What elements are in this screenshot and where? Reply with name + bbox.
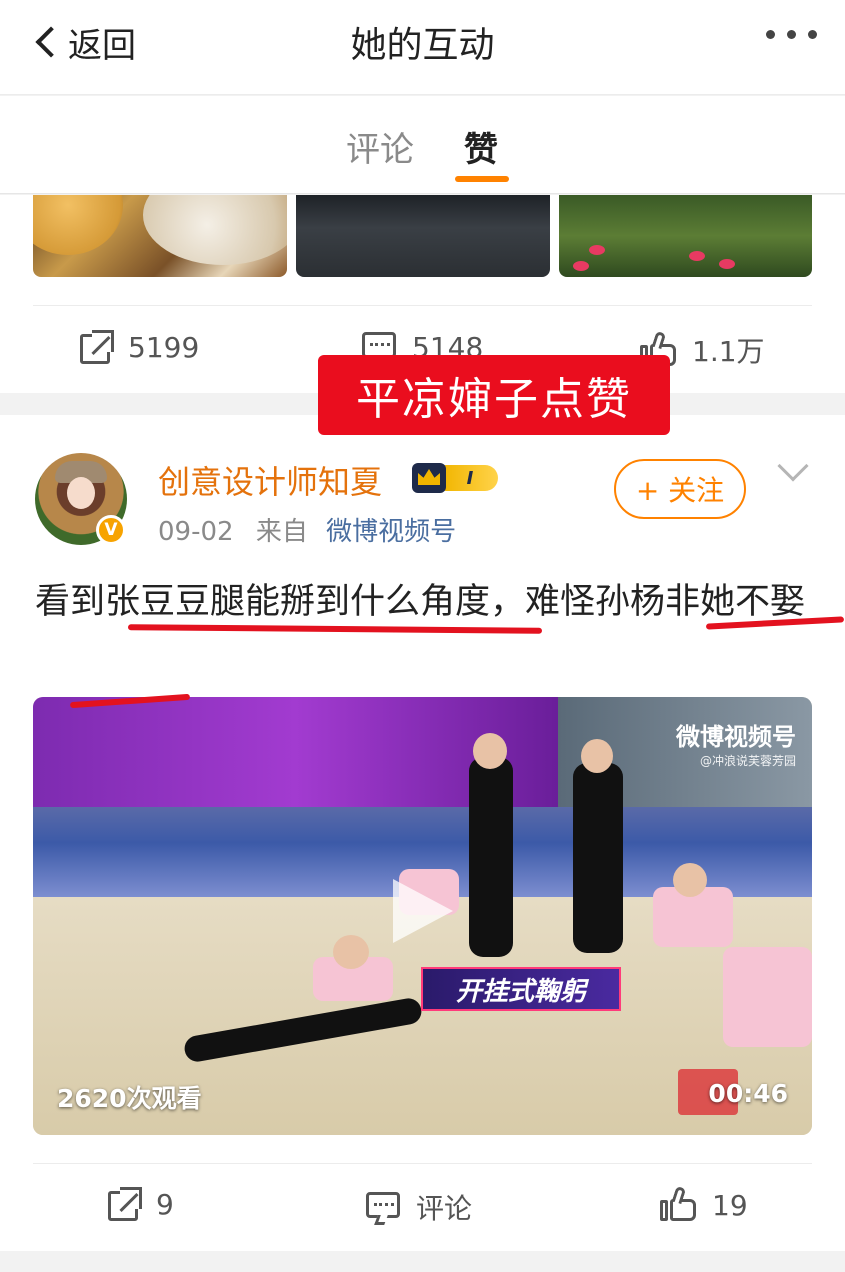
video-caption-banner: 开挂式鞠躬 (421, 967, 621, 1011)
comment-icon (366, 1190, 402, 1225)
video-watermark: 微博视频号 @冲浪说芙蓉芳园 (676, 717, 796, 769)
tab-comments[interactable]: 评论 (346, 122, 414, 171)
post-meta: 09-02 来自 微博视频号 (158, 511, 456, 548)
flower-graphic (589, 245, 605, 255)
divider (33, 305, 812, 306)
thumbs-up-icon (660, 1185, 698, 1223)
share-icon (80, 330, 114, 364)
video-figure (333, 935, 369, 969)
follow-button[interactable]: + 关注 (614, 459, 746, 519)
video-figure (581, 739, 613, 773)
food-bowl-graphic (33, 195, 123, 255)
post-text: 看到张豆豆腿能掰到什么角度，难怪孙杨非她不娶 (35, 582, 806, 622)
page-title: 她的互动 (350, 25, 495, 66)
feed-card: V 创意设计师知夏 I 09-02 来自 微博视频号 + 关注 看到张豆豆腿能掰… (0, 415, 845, 1251)
like-count: 1.1万 (692, 335, 765, 368)
comment-label: 评论 (416, 1192, 473, 1225)
source-link[interactable]: 微博视频号 (326, 517, 456, 547)
tab-likes[interactable]: 赞 (464, 122, 498, 171)
crown-icon (412, 463, 446, 493)
share-icon (108, 1187, 142, 1221)
chevron-down-icon[interactable] (777, 450, 809, 482)
post-date: 09-02 (158, 517, 234, 547)
member-level: I (442, 465, 498, 491)
post-image[interactable] (296, 195, 550, 277)
source-prefix: 来自 (255, 517, 308, 547)
more-dot-icon (787, 30, 796, 39)
video-duration: 00:46 (708, 1079, 788, 1108)
share-button[interactable]: 5199 (80, 330, 199, 364)
like-count: 19 (712, 1188, 748, 1222)
share-count: 5199 (128, 330, 200, 364)
view-count: 2620次观看 (57, 1084, 202, 1113)
avatar-face-graphic (67, 477, 95, 509)
post-image[interactable] (33, 195, 287, 277)
post-image[interactable] (559, 195, 812, 277)
video-figure (469, 757, 513, 957)
more-dot-icon (808, 30, 817, 39)
more-options-button[interactable] (766, 30, 817, 39)
comment-button[interactable]: 评论 (366, 1187, 472, 1227)
flower-graphic (689, 251, 705, 261)
more-dot-icon (766, 30, 775, 39)
divider (33, 1163, 812, 1164)
verified-badge-icon: V (96, 515, 126, 545)
username[interactable]: 创意设计师知夏 (158, 457, 382, 503)
watermark-sub: @冲浪说芙蓉芳园 (699, 754, 796, 768)
member-crown-icon[interactable]: I (412, 461, 500, 495)
top-nav-bar: 返回 她的互动 (0, 0, 845, 95)
food-plate-graphic (143, 195, 287, 265)
tab-bar: 评论 赞 (0, 96, 845, 194)
watermark-title: 微博视频号 (676, 723, 796, 751)
share-button[interactable]: 9 (108, 1187, 174, 1221)
video-figure (723, 947, 812, 1047)
share-count: 9 (156, 1187, 174, 1221)
flower-graphic (719, 259, 735, 269)
overlay-label: 平凉婶子点赞 (318, 355, 670, 435)
like-button[interactable]: 19 (660, 1185, 748, 1223)
active-tab-indicator (455, 176, 509, 182)
video-figure (573, 763, 623, 953)
video-figure (473, 733, 507, 769)
video-figure (673, 863, 707, 897)
video-player[interactable]: 开挂式鞠躬 微博视频号 @冲浪说芙蓉芳园 2620次观看 00:46 (33, 697, 812, 1135)
flower-graphic (573, 261, 589, 271)
